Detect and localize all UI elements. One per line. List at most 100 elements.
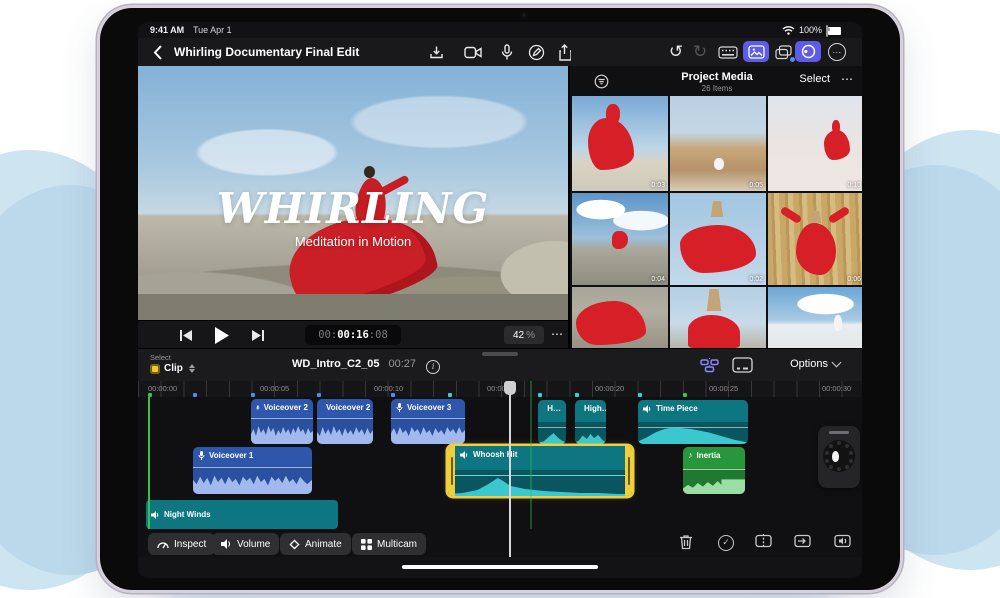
selected-clip-info: WD_Intro_C2_05 00:27 i <box>138 358 594 374</box>
clip-duration-badge: 0:04 <box>651 276 665 283</box>
home-indicator[interactable] <box>402 565 598 569</box>
transport-bar: 00: 00:16:08 42 % ⋯ <box>138 320 568 349</box>
project-title: Whirling Documentary Final Edit <box>174 45 360 59</box>
timeline-clip-timepiece[interactable]: Time Piece <box>638 400 748 444</box>
timeline-clip-voiceover1[interactable]: Voiceover 1 <box>193 447 312 494</box>
media-thumbnail[interactable]: 0:10 <box>768 96 862 191</box>
options-label: Options <box>790 358 828 370</box>
clip-duration-badge: 0:02 <box>749 276 763 283</box>
audio-clip-button[interactable] <box>834 534 851 553</box>
insert-clip-button[interactable] <box>794 534 811 553</box>
clip-duration-badge: 0:06 <box>847 276 861 283</box>
record-audio-icon[interactable] <box>498 41 516 63</box>
volume-button[interactable]: Volume <box>212 533 280 555</box>
chevron-down-icon <box>831 357 842 368</box>
viewer-zoom-control[interactable]: 42 % <box>504 326 544 344</box>
timecode-main: 00:16 <box>337 329 369 341</box>
jog-marker <box>832 451 839 462</box>
media-thumbnail[interactable] <box>768 287 862 348</box>
panel-resize-handle[interactable] <box>482 352 518 356</box>
timecode-display[interactable]: 00: 00:16:08 <box>305 325 401 345</box>
timeline-clip-inertia[interactable]: ♪ Inertia <box>683 447 745 494</box>
selected-clip-duration: 00:27 <box>388 358 417 370</box>
speaker-icon <box>221 539 231 549</box>
media-browser-icon[interactable] <box>743 41 769 62</box>
more-options-icon[interactable]: ⋯ <box>828 43 846 61</box>
zoom-value: 42 <box>512 329 525 341</box>
media-more-icon[interactable]: ⋯ <box>841 72 854 86</box>
share-icon[interactable] <box>554 41 574 63</box>
front-camera <box>521 12 527 18</box>
speaker-icon <box>151 510 159 519</box>
ruler-label: 00:00:25 <box>709 384 739 393</box>
media-thumbnail[interactable]: 0:06 <box>768 193 862 285</box>
title-overlay: WHIRLING <box>216 184 490 233</box>
mic-icon <box>198 450 205 460</box>
timeline-header: Select Clip WD_Intro_C2_05 00:27 i Optio… <box>138 349 862 382</box>
viewer-more-icon[interactable]: ⋯ <box>551 327 564 341</box>
delete-button[interactable] <box>679 534 693 555</box>
back-button[interactable] <box>148 43 166 61</box>
jog-wheel-toggle-icon[interactable] <box>795 41 821 62</box>
timeline-clip-voiceover2b[interactable]: Voiceover 2 <box>317 399 373 444</box>
draw-tool-icon[interactable] <box>526 42 546 62</box>
media-select-button[interactable]: Select <box>799 73 830 85</box>
timeline-clip-whooshhit-selected[interactable]: Whoosh Hit <box>448 446 632 496</box>
timeline-clip-voiceover2a[interactable]: Voiceover 2 <box>251 399 313 444</box>
redo-icon[interactable]: ↻ <box>690 42 710 62</box>
keyboard-icon[interactable] <box>716 44 740 60</box>
clips-icon[interactable] <box>772 42 796 63</box>
status-time: 9:41 AM <box>150 25 185 35</box>
info-icon[interactable]: i <box>426 360 441 374</box>
multicam-button[interactable]: Multicam <box>352 533 427 555</box>
timeline-ruler[interactable]: 00:00:00 00:00:05 00:00:10 00:00:15 00:0… <box>138 381 862 398</box>
record-video-icon[interactable] <box>462 42 484 62</box>
undo-icon[interactable]: ↺ <box>666 42 686 62</box>
trim-handle-right[interactable] <box>625 446 632 496</box>
jog-wheel[interactable] <box>818 426 860 488</box>
playhead[interactable] <box>509 381 511 557</box>
media-thumbnail[interactable] <box>670 287 766 348</box>
speaker-icon <box>460 450 468 459</box>
skip-forward-icon[interactable] <box>250 328 266 342</box>
trim-handle-left[interactable] <box>448 446 455 496</box>
media-thumbnail[interactable]: 0:04 <box>572 193 668 285</box>
timeline-start-line <box>148 397 150 529</box>
media-thumbnail[interactable]: 0:03 <box>572 96 668 191</box>
media-thumbnail[interactable] <box>572 287 668 348</box>
ruler-label: 00:00:30 <box>822 384 852 393</box>
split-clip-button[interactable] <box>755 534 772 553</box>
clip-appearance-icon[interactable] <box>730 355 754 374</box>
media-thumbnail[interactable]: 0:02 <box>670 193 766 285</box>
timeline-clip-high[interactable]: High… <box>575 400 606 444</box>
screen: 9:41 AM Tue Apr 1 100% Whirling Document… <box>138 22 862 578</box>
ipad-device: 9:41 AM Tue Apr 1 100% Whirling Document… <box>100 8 900 590</box>
inspect-button[interactable]: Inspect <box>148 533 216 555</box>
media-thumbnail[interactable]: 0:05 <box>670 96 766 191</box>
video-frame: WHIRLING Meditation in Motion <box>138 66 568 320</box>
timeline-clip-voiceover3[interactable]: Voiceover 3 <box>391 399 465 444</box>
top-toolbar: Whirling Documentary Final Edit ↺ ↻ ⋯ <box>138 38 862 67</box>
playhead-handle[interactable] <box>504 381 516 395</box>
battery-percent: 100% <box>799 25 823 35</box>
play-button[interactable] <box>212 325 230 345</box>
dancer-head <box>364 166 375 178</box>
approve-button[interactable]: ✓ <box>718 535 734 551</box>
marker-line <box>530 381 532 529</box>
music-note-icon: ♪ <box>688 450 693 460</box>
timeline-panel: Select Clip WD_Intro_C2_05 00:27 i Optio… <box>138 348 862 578</box>
magnetic-timeline-icon[interactable] <box>698 356 720 374</box>
media-panel-count: 26 Items <box>701 84 733 93</box>
zoom-unit: % <box>526 329 536 341</box>
jog-drag-handle[interactable] <box>829 431 849 434</box>
timeline-clip-h[interactable]: H… <box>538 400 566 444</box>
animate-button[interactable]: Animate <box>280 533 351 555</box>
timecode-frames: :08 <box>368 329 388 341</box>
timeline-clip-nightwinds[interactable]: Night Winds <box>146 500 338 529</box>
speaker-icon <box>643 404 651 413</box>
mic-icon <box>396 402 403 412</box>
import-icon[interactable] <box>426 42 446 62</box>
skip-back-icon[interactable] <box>178 328 194 342</box>
options-button[interactable]: Options <box>790 357 842 370</box>
jog-dial[interactable] <box>823 440 855 472</box>
